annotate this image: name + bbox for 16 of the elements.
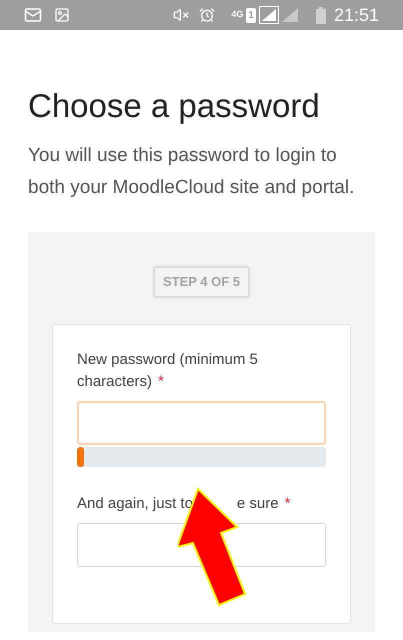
mail-icon bbox=[24, 6, 42, 24]
field-label: New password (minimum 5 characters) * bbox=[77, 350, 258, 390]
signal-icon bbox=[282, 8, 298, 22]
image-icon bbox=[54, 7, 70, 23]
field-label: e sure * bbox=[236, 494, 290, 512]
sim-slot: 1 bbox=[246, 8, 256, 22]
battery-icon bbox=[316, 6, 326, 24]
password-field[interactable] bbox=[77, 400, 326, 444]
page-heading: Choose a password bbox=[28, 86, 321, 126]
step-indicator: STEP 4 OF 5 bbox=[152, 266, 250, 298]
signal-icon bbox=[258, 6, 279, 24]
clock-time: 21:51 bbox=[334, 4, 379, 26]
alarm-icon bbox=[199, 7, 216, 23]
network-type: 4G bbox=[231, 8, 244, 22]
intro-text: You will use this password to login to both your MoodleCloud site and portal. bbox=[28, 144, 356, 200]
mute-icon bbox=[173, 7, 190, 23]
